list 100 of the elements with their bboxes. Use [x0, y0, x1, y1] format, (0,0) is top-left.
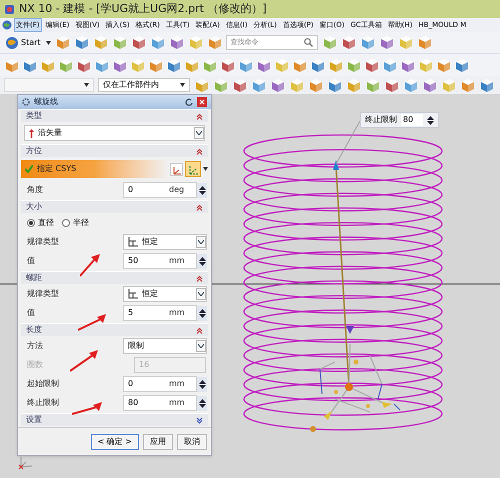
cube-icon[interactable] — [479, 78, 494, 92]
dialog-button[interactable]: 应用 — [143, 434, 173, 450]
annotation-arrow — [78, 313, 107, 331]
annotation-arrow — [80, 253, 101, 277]
cube-icon[interactable] — [168, 35, 184, 50]
cube-icon[interactable] — [400, 58, 415, 72]
value-field[interactable]: 5 mm — [123, 305, 197, 321]
cube-icon[interactable] — [202, 58, 217, 72]
cube-icon[interactable] — [384, 78, 399, 92]
cube-icon[interactable] — [112, 58, 127, 72]
gear-icon[interactable] — [22, 98, 30, 106]
cube-icon[interactable] — [422, 78, 437, 92]
close-icon[interactable] — [197, 97, 207, 107]
start-button[interactable]: Start — [4, 36, 42, 50]
collapse-chevron-icon[interactable] — [196, 204, 203, 210]
cube-icon[interactable] — [220, 58, 235, 72]
cube-icon[interactable] — [436, 58, 451, 72]
expand-chevron-icon[interactable] — [196, 416, 203, 424]
cube-icon[interactable] — [251, 78, 266, 92]
cube-icon[interactable] — [194, 78, 209, 92]
cube-icon[interactable] — [206, 35, 222, 50]
collapse-chevron-icon[interactable] — [196, 148, 203, 154]
section-header[interactable]: 大小 — [21, 200, 208, 213]
section-header[interactable]: 长度 — [21, 323, 208, 336]
cube-icon[interactable] — [150, 35, 165, 50]
cube-icon[interactable] — [364, 58, 379, 72]
law-type-dropdown[interactable]: 恒定 — [123, 234, 207, 250]
radio-option[interactable]: 直径 — [27, 217, 54, 229]
section-header[interactable]: 螺距 — [21, 271, 208, 284]
dialog-button[interactable]: < 确定 > — [90, 434, 139, 450]
cube-icon[interactable] — [40, 58, 55, 72]
cube-icon[interactable] — [346, 58, 361, 72]
cube-icon[interactable] — [94, 58, 109, 72]
method-dropdown[interactable]: 限制 — [123, 338, 207, 354]
cube-icon[interactable] — [327, 78, 342, 92]
collapse-chevron-icon[interactable] — [196, 274, 203, 282]
type-dropdown[interactable]: 沿矢量 — [24, 125, 205, 141]
cube-icon[interactable] — [270, 78, 285, 92]
caret-icon[interactable] — [180, 83, 185, 87]
cube-icon[interactable] — [346, 78, 361, 92]
collapse-chevron-icon[interactable] — [196, 326, 203, 334]
cube-icon[interactable] — [256, 58, 271, 72]
csys-dialog-icon[interactable] — [170, 162, 183, 176]
cube-icon[interactable] — [292, 58, 307, 72]
cube-icon[interactable] — [130, 35, 146, 50]
spin-icon[interactable] — [197, 182, 207, 198]
cube-icon[interactable] — [403, 78, 418, 92]
cube-icon[interactable] — [112, 35, 127, 50]
cube-icon[interactable] — [454, 58, 469, 72]
spin-icon[interactable] — [197, 254, 207, 268]
cube-icon[interactable] — [382, 58, 397, 72]
search-icon[interactable] — [304, 38, 313, 47]
radio-option[interactable]: 半径 — [62, 217, 89, 229]
dialog-button[interactable]: 取消 — [177, 434, 207, 450]
cube-icon[interactable] — [92, 35, 108, 50]
cube-icon[interactable] — [328, 58, 343, 72]
section-header[interactable]: 方位 — [21, 144, 208, 157]
cube-icon[interactable] — [310, 58, 325, 72]
law-type-dropdown[interactable]: 恒定 — [123, 286, 207, 302]
reset-icon[interactable] — [185, 98, 193, 106]
cube-icon[interactable] — [148, 58, 163, 72]
value-field[interactable]: 80 mm — [123, 395, 197, 411]
cube-icon[interactable] — [74, 35, 89, 50]
csys-handle-drawing[interactable] — [310, 160, 400, 432]
cube-icon[interactable] — [365, 78, 380, 92]
value-field[interactable]: 80 — [401, 114, 423, 126]
cube-icon[interactable] — [58, 58, 73, 72]
cube-icon[interactable] — [232, 78, 247, 92]
section-header[interactable]: 类型 — [21, 109, 208, 122]
collapse-chevron-icon[interactable] — [196, 112, 203, 120]
cube-icon[interactable] — [322, 35, 337, 50]
cube-icon[interactable] — [460, 78, 475, 92]
specify-csys-selector[interactable]: 指定 CSYS — [21, 160, 168, 178]
caret-icon[interactable] — [84, 83, 89, 87]
cube-icon[interactable] — [184, 58, 199, 72]
cube-icon[interactable] — [416, 35, 432, 50]
value-field[interactable]: 0 mm — [123, 376, 197, 392]
cube-icon[interactable] — [360, 35, 375, 50]
csys-type-icon[interactable] — [185, 161, 201, 177]
cube-icon[interactable] — [213, 78, 228, 92]
cube-icon[interactable] — [308, 78, 323, 92]
spin-icon[interactable] — [427, 116, 434, 124]
cube-icon[interactable] — [340, 35, 356, 50]
scope-dropdown[interactable]: 仅在工作部件内 — [98, 78, 190, 92]
field-label: 值 — [27, 307, 35, 319]
caret-icon[interactable] — [203, 167, 208, 171]
cube-icon[interactable] — [378, 35, 394, 50]
spin-icon[interactable] — [197, 306, 207, 320]
spin-icon[interactable] — [197, 396, 207, 410]
annotation-arrow — [72, 401, 103, 415]
cube-icon[interactable] — [238, 58, 253, 72]
cube-icon[interactable] — [166, 58, 181, 72]
value-field[interactable]: 0 deg — [123, 182, 197, 198]
spin-icon[interactable] — [197, 376, 207, 392]
value-field[interactable]: 50 mm — [123, 253, 197, 269]
caret-icon[interactable] — [46, 40, 51, 44]
section-header[interactable]: 设置 — [21, 413, 208, 426]
cube-icon[interactable] — [22, 58, 37, 72]
cube-icon[interactable] — [76, 58, 91, 72]
cube-icon[interactable] — [4, 58, 19, 72]
